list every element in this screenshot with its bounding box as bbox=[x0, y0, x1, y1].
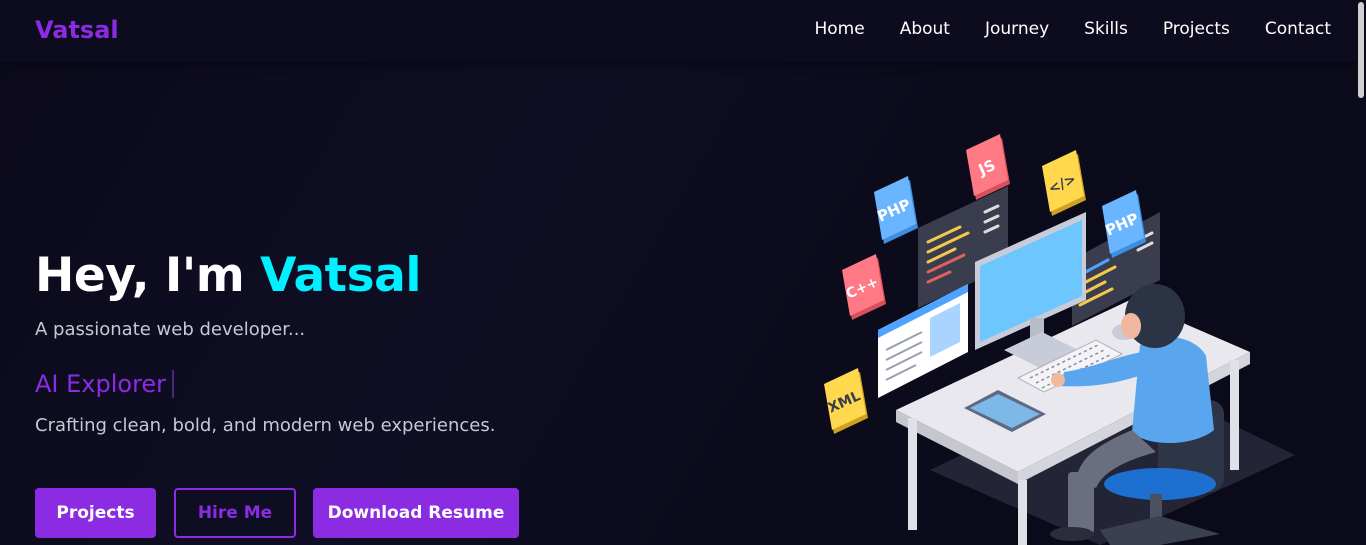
hero-description: Crafting clean, bold, and modern web exp… bbox=[35, 415, 496, 436]
person-hand bbox=[1051, 373, 1065, 387]
desk-leg-3 bbox=[1230, 360, 1239, 470]
nav-link-skills[interactable]: Skills bbox=[1084, 19, 1128, 39]
hero-greeting: Hey, I'm bbox=[35, 248, 261, 303]
desk-leg-1 bbox=[908, 418, 917, 530]
developer-illustration: PHP JS </> PHP C++ XML bbox=[824, 134, 1295, 545]
nav-links: Home About Journey Skills Projects Conta… bbox=[780, 19, 1332, 39]
badge-cpp: C++ bbox=[842, 254, 886, 320]
hero-section: Hey, I'm Vatsal A passionate web develop… bbox=[35, 245, 495, 436]
person-shin bbox=[1068, 472, 1094, 534]
person-torso bbox=[1132, 336, 1214, 444]
person-face bbox=[1121, 313, 1141, 339]
hero-subtitle: A passionate web developer... bbox=[35, 319, 306, 340]
hero-title: Hey, I'm Vatsal bbox=[35, 245, 495, 307]
typed-role-text: AI Explorer bbox=[35, 370, 167, 398]
desk-leg-2 bbox=[1018, 480, 1027, 545]
navbar: Vatsal Home About Journey Skills Project… bbox=[0, 0, 1356, 62]
nav-link-journey[interactable]: Journey bbox=[985, 19, 1049, 39]
nav-link-contact[interactable]: Contact bbox=[1265, 19, 1331, 39]
person-shoe bbox=[1050, 527, 1094, 541]
badge-xml: XML bbox=[824, 368, 868, 434]
hero-buttons: Projects Hire Me Download Resume bbox=[35, 488, 519, 538]
typing-cursor bbox=[172, 370, 175, 398]
download-resume-button[interactable]: Download Resume bbox=[313, 488, 519, 538]
nav-link-projects[interactable]: Projects bbox=[1163, 19, 1230, 39]
badge-code: </> bbox=[1042, 150, 1086, 216]
site-logo[interactable]: Vatsal bbox=[35, 16, 119, 44]
hero-name: Vatsal bbox=[260, 248, 421, 303]
typed-role-row: AI Explorer bbox=[35, 370, 495, 398]
nav-link-home[interactable]: Home bbox=[815, 19, 865, 39]
page-scrollbar[interactable] bbox=[1356, 0, 1366, 545]
scrollbar-thumb[interactable] bbox=[1358, 2, 1364, 98]
hire-me-button[interactable]: Hire Me bbox=[174, 488, 296, 538]
projects-button[interactable]: Projects bbox=[35, 488, 156, 538]
badge-php-left: PHP bbox=[874, 176, 918, 244]
nav-link-about[interactable]: About bbox=[900, 19, 950, 39]
